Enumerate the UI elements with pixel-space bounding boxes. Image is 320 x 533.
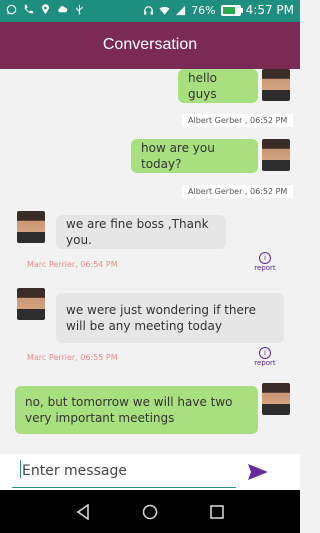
report-label: report <box>254 359 276 367</box>
send-icon[interactable] <box>247 463 269 481</box>
report-icon: i <box>259 347 271 359</box>
input-underline <box>12 487 236 488</box>
home-icon[interactable] <box>142 504 158 520</box>
status-time: 4:57 PM <box>245 3 294 17</box>
outgoing-message-bubble[interactable]: how are you today? <box>131 139 258 173</box>
incoming-message-bubble[interactable]: we are fine boss ,Thank you. <box>56 215 226 249</box>
status-left-icons <box>6 4 85 15</box>
report-icon: i <box>259 252 271 264</box>
message-text: how are you today? <box>141 140 215 171</box>
report-label: report <box>254 264 276 272</box>
incoming-message-bubble[interactable]: we were just wondering if there will be … <box>56 293 284 343</box>
message-text: hello guys <box>188 70 217 101</box>
navigation-bar <box>0 490 300 533</box>
message-input[interactable] <box>20 458 239 484</box>
message-composer <box>0 454 300 490</box>
avatar <box>17 288 45 320</box>
report-button[interactable]: i report <box>253 252 277 272</box>
battery-icon <box>220 4 243 16</box>
avatar <box>17 211 45 243</box>
page-title: Conversation <box>102 36 198 53</box>
message-meta: Albert Gerber , 06:52 PM <box>182 185 294 198</box>
headphones-icon <box>144 5 154 15</box>
message-text: we were just wondering if there will be … <box>66 302 256 333</box>
outgoing-message-bubble[interactable]: hello guys <box>178 69 258 103</box>
battery-level <box>222 6 235 14</box>
avatar <box>262 139 290 171</box>
phone-icon <box>24 4 34 14</box>
whatsapp-icon <box>6 4 17 15</box>
message-text: no, but tomorrow we will have two very i… <box>25 394 233 425</box>
signal-icon <box>176 5 186 15</box>
back-icon[interactable] <box>75 504 91 520</box>
avatar <box>262 383 290 415</box>
text-cursor <box>20 460 21 478</box>
usb-icon <box>76 4 83 15</box>
message-meta: Marc Perrier, 06:54 PM <box>27 260 118 269</box>
location-icon <box>42 4 49 15</box>
wifi-icon <box>159 6 170 15</box>
message-meta: Albert Gerber , 06:52 PM <box>182 114 294 127</box>
status-bar: 76% 4:57 PM <box>0 0 300 22</box>
outgoing-message-bubble[interactable]: no, but tomorrow we will have two very i… <box>15 386 258 434</box>
app-bar: Conversation <box>0 22 300 69</box>
message-text: we are fine boss ,Thank you. <box>66 216 209 247</box>
avatar <box>262 69 290 101</box>
status-right: 76% 4:57 PM <box>143 3 294 17</box>
battery-percent: 76% <box>191 3 216 17</box>
message-meta: Marc Perrier, 06:55 PM <box>27 353 118 362</box>
recents-icon[interactable] <box>209 504 225 520</box>
report-button[interactable]: i report <box>253 347 277 367</box>
message-list[interactable]: hello guys Albert Gerber , 06:52 PM how … <box>0 69 300 454</box>
cloud-icon <box>58 6 68 13</box>
